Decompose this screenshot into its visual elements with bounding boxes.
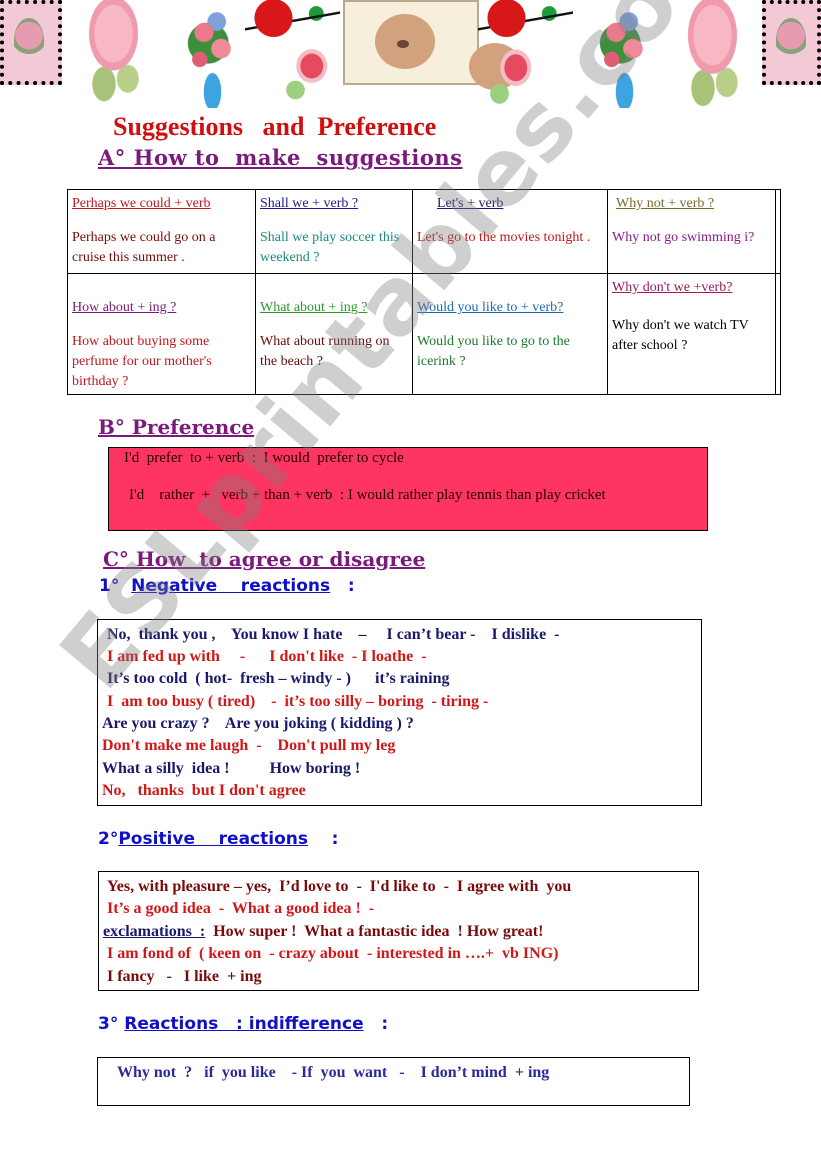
table-cell: Shall we + verb ? Shall we play soccer t… [255,189,413,274]
stamp-rose-image [0,0,62,85]
reaction-line: What a silly idea ! How boring ! [102,760,361,777]
reaction-line: Are you crazy ? Are you joking ( kidding… [102,715,414,732]
preference-line: I'd prefer to + verb : I would prefer to… [124,450,404,466]
example-text: Shall we play soccer this weekend ? [260,230,400,265]
pattern-label: Let's + verb [437,196,504,211]
example-text: Why don't we watch TV after school ? [612,318,749,353]
example-text: Perhaps we could go on a cruise this sum… [72,230,216,265]
example-text: How about buying some perfume for our mo… [72,334,212,389]
table-cell: What about + ing ? What about running on… [255,273,413,395]
table-cell-spacer [775,273,781,395]
rose-bud-image [276,45,341,105]
pattern-label: What about + ing ? [260,300,368,315]
teddy-bear-image [343,0,479,85]
heading-label: Positive reactions [118,829,308,849]
reaction-line: Why not ? if you like - If you want - I … [117,1064,550,1081]
reaction-line: Don't make me laugh - Don't pull my leg [102,737,396,754]
reaction-line: It’s a good idea - What a good idea ! - [107,900,375,917]
table-cell: Let's + verb Let's go to the movies toni… [412,189,608,274]
pattern-label: Perhaps we could + verb [72,196,211,211]
heading-label: Negative reactions [131,576,331,596]
heading-number: 2° [98,829,119,849]
example-text: Would you like to go to the icerink ? [417,334,570,369]
red-rose-image [478,0,573,45]
table-row: Perhaps we could + verb Perhaps we could… [67,189,781,274]
pattern-label: Shall we + verb ? [260,196,359,211]
pattern-label: Would you like to + verb? [417,300,564,315]
bouquet-image [170,0,255,108]
heading-number: 1° [99,576,132,596]
reaction-line: No, thank you , You know I hate – I can’… [107,626,560,643]
heading-label: Reactions : indifference [124,1014,364,1034]
table-cell: How about + ing ? How about buying some … [67,273,256,395]
example-text: What about running on the beach ? [260,334,390,369]
exclamations-text: How super ! What a fantastic idea ! How … [205,923,544,940]
indifference-reactions-heading: 3° Reactions : indifference : [98,1014,388,1034]
reaction-line: It’s too cold ( hot- fresh – windy - ) i… [107,670,450,687]
table-cell-spacer [775,189,781,274]
positive-reactions-heading: 2°Positive reactions : [98,829,338,849]
suggestions-table: Perhaps we could + verb Perhaps we could… [67,189,781,395]
table-cell: Why don't we +verb? Why don't we watch T… [607,273,776,395]
pink-rose-image [665,0,760,110]
section-a-heading: A° How to make suggestions [98,145,463,170]
reaction-line: I am fed up with - I don't like - I loat… [107,648,427,665]
exclamations-label: exclamations : [103,923,206,940]
bouquet-image [582,0,667,108]
pattern-label: Why not + verb ? [616,196,715,211]
rose-bud-image [480,45,545,110]
section-b-heading: B° Preference [98,415,255,439]
worksheet-title: Suggestions and Preference [113,112,437,141]
negative-reactions-heading: 1° Negative reactions : [99,576,355,596]
pattern-label: Why don't we +verb? [612,280,733,295]
reaction-line: Yes, with pleasure – yes, I’d love to - … [107,878,572,895]
stamp-rose-image [762,0,821,85]
section-c-heading: C° How to agree or disagree [103,547,426,571]
reaction-line: I am fond of ( keen on - crazy about - i… [107,945,559,962]
table-cell: Perhaps we could + verb Perhaps we could… [67,189,256,274]
reaction-line: I fancy - I like + ing [107,968,262,985]
pattern-label: How about + ing ? [72,300,177,315]
example-text: Why not go swimming i? [612,230,755,245]
preference-line: I'd rather + verb + than + verb : I woul… [129,487,606,503]
heading-colon: : [307,829,339,849]
reaction-line: exclamations : How super ! What a fantas… [103,923,543,941]
red-rose-image [245,0,340,45]
table-cell: Why not + verb ? Why not go swimming i? [607,189,776,274]
heading-colon: : [330,576,355,596]
heading-number: 3° [98,1014,119,1034]
reaction-line: I am too busy ( tired) - it’s too silly … [107,693,489,710]
table-cell: Would you like to + verb? Would you like… [412,273,608,395]
decorative-banner [0,0,821,112]
table-row: How about + ing ? How about buying some … [67,273,781,395]
example-text: Let's go to the movies tonight . [417,230,591,245]
pink-rose-image [66,0,161,105]
reaction-line: No, thanks but I don't agree [102,782,306,799]
heading-colon: : [363,1014,389,1034]
